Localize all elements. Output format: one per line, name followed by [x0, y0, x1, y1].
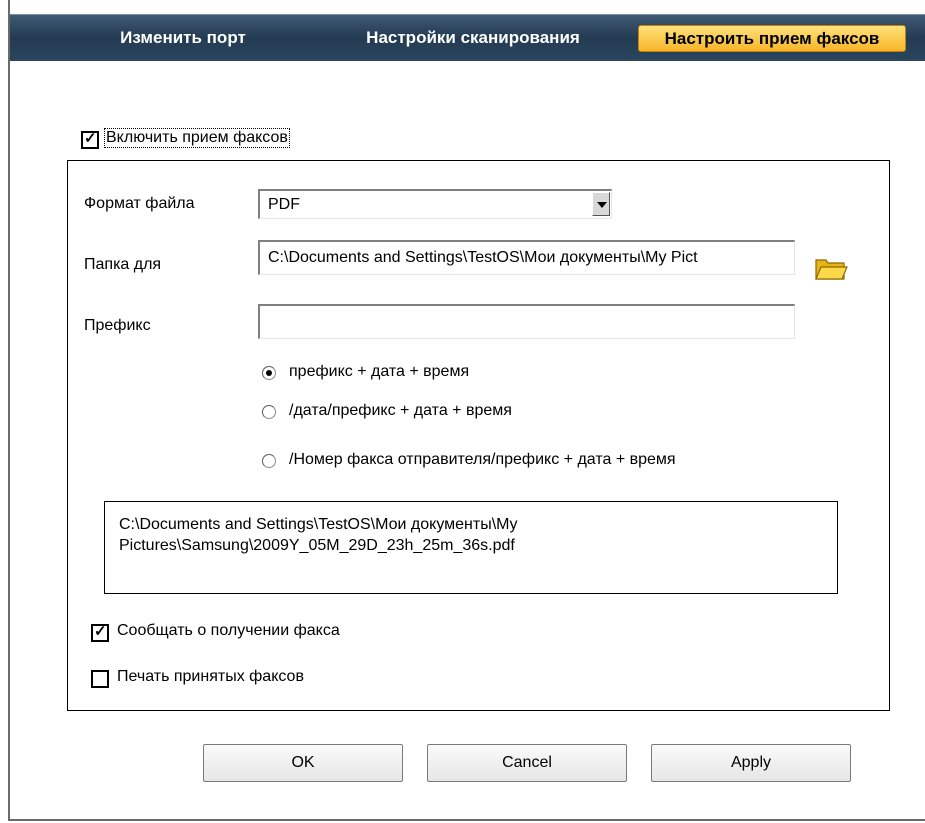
- notify-checkbox[interactable]: ✓: [91, 623, 109, 642]
- naming-option-radio-1[interactable]: [262, 366, 276, 380]
- tab-change-port[interactable]: Изменить порт: [108, 15, 258, 61]
- folder-label: Папка для: [84, 256, 162, 273]
- folder-path-field[interactable]: C:\Documents and Settings\TestOS\Мои док…: [258, 240, 795, 275]
- apply-button[interactable]: Apply: [651, 744, 851, 782]
- enable-fax-checkbox[interactable]: ✓: [81, 130, 99, 149]
- preview-line-2: Pictures\Samsung\2009Y_05M_29D_23h_25m_3…: [119, 537, 515, 554]
- cancel-button[interactable]: Cancel: [427, 744, 627, 782]
- naming-option-radio-2[interactable]: [262, 405, 276, 419]
- folder-icon[interactable]: [814, 254, 848, 282]
- tab-fax-receive-settings[interactable]: Настроить прием факсов: [638, 25, 906, 52]
- preview-line-1: C:\Documents and Settings\TestOS\Мои док…: [119, 516, 518, 533]
- file-format-value: PDF: [268, 196, 300, 213]
- file-format-select[interactable]: PDF: [258, 189, 612, 219]
- prefix-input[interactable]: [258, 304, 795, 339]
- filename-preview: C:\Documents and Settings\TestOS\Мои док…: [104, 501, 838, 594]
- enable-fax-label[interactable]: Включить прием факсов: [104, 128, 290, 148]
- naming-option-label-1[interactable]: префикс + дата + время: [289, 363, 469, 381]
- file-format-label: Формат файла: [84, 195, 195, 212]
- checkmark-icon: ✓: [94, 623, 107, 640]
- print-received-label[interactable]: Печать принятых факсов: [117, 668, 304, 686]
- tab-scan-settings[interactable]: Настройки сканирования: [343, 15, 603, 61]
- naming-option-label-2[interactable]: /дата/префикс + дата + время: [289, 402, 512, 420]
- checkmark-icon: ✓: [84, 130, 97, 147]
- naming-option-radio-3[interactable]: [262, 454, 276, 468]
- naming-option-label-3[interactable]: /Номер факса отправителя/префикс + дата …: [289, 451, 676, 469]
- prefix-label: Префикс: [84, 317, 151, 334]
- tab-bar: Изменить порт Настройки сканирования Нас…: [10, 14, 925, 61]
- ok-button[interactable]: OK: [203, 744, 403, 782]
- chevron-down-icon[interactable]: [592, 192, 610, 216]
- print-received-checkbox[interactable]: [91, 670, 109, 688]
- notify-label[interactable]: Сообщать о получении факса: [117, 622, 340, 640]
